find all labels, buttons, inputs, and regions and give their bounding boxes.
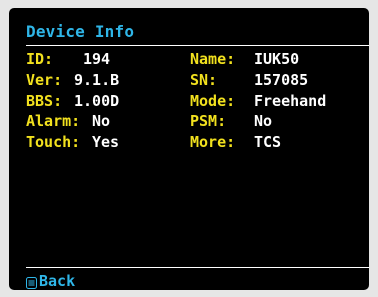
id-label: ID: <box>26 50 54 68</box>
touch-label: Touch: <box>26 133 81 152</box>
info-row-alarm: Alarm: No PSM: No <box>26 112 362 133</box>
bbs-label: BBS: <box>26 91 63 110</box>
psm-value: No <box>254 112 273 131</box>
ver-value: 9.1.B <box>74 70 120 89</box>
info-row-id: ID: 194 Name: IUK50 <box>26 50 362 71</box>
name-value: IUK50 <box>254 50 300 68</box>
back-button[interactable]: Back <box>26 272 75 290</box>
device-info-grid: ID: 194 Name: IUK50 Ver: 9.1.B SN: 15708… <box>26 50 362 154</box>
footer-divider <box>26 267 369 268</box>
alarm-value: No <box>92 112 111 131</box>
name-label: Name: <box>190 50 236 68</box>
touch-value: Yes <box>92 133 120 152</box>
mode-label: Mode: <box>190 91 236 110</box>
ver-label: Ver: <box>26 70 63 89</box>
info-row-ver: Ver: 9.1.B SN: 157085 <box>26 71 362 92</box>
alarm-label: Alarm: <box>26 112 81 131</box>
psm-label: PSM: <box>190 112 227 131</box>
menu-icon <box>26 275 37 289</box>
sn-label: SN: <box>190 70 218 89</box>
more-label: More: <box>190 133 236 152</box>
info-row-touch: Touch: Yes More: TCS <box>26 133 362 154</box>
more-value: TCS <box>254 133 282 152</box>
device-screen: Device Info ID: 194 Name: IUK50 Ver: 9.1… <box>9 8 369 290</box>
page-title: Device Info <box>26 22 135 41</box>
id-value: 194 <box>83 50 111 68</box>
info-row-bbs: BBS: 1.00D Mode: Freehand <box>26 92 362 113</box>
back-label: Back <box>39 272 76 290</box>
mode-value: Freehand <box>254 91 327 110</box>
header-divider <box>26 45 369 46</box>
bbs-value: 1.00D <box>74 91 120 110</box>
sn-value: 157085 <box>254 70 309 89</box>
